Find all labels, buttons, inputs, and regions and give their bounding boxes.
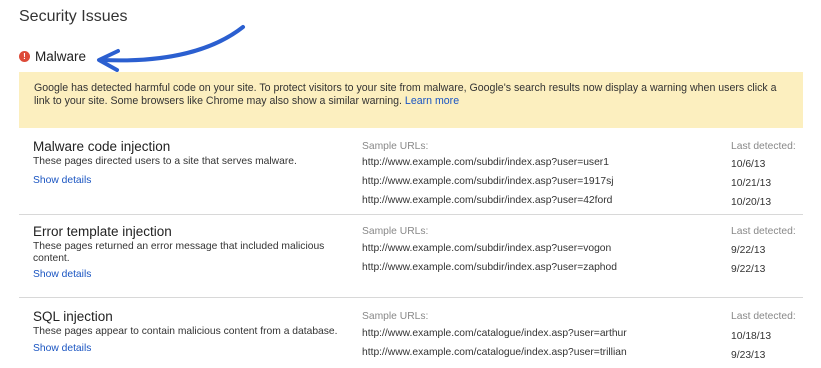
last-detected-header: Last detected: (731, 226, 796, 237)
show-details-link[interactable]: Show details (33, 175, 91, 186)
detected-date: 10/6/13 (731, 159, 766, 170)
show-details-link[interactable]: Show details (33, 343, 91, 354)
issue-divider (19, 297, 803, 298)
sample-urls-header: Sample URLs: (362, 226, 429, 237)
sample-urls-list: http://www.example.com/subdir/index.asp?… (362, 153, 614, 210)
issue-title: Error template injection (33, 224, 172, 239)
show-details-link[interactable]: Show details (33, 269, 91, 280)
last-detected-list: 10/18/13 9/23/13 (731, 327, 771, 365)
detected-date: 9/23/13 (731, 350, 766, 361)
issue-info: SQL injection These pages appear to cont… (33, 308, 355, 356)
last-detected-list: 10/6/13 10/21/13 10/20/13 (731, 155, 771, 212)
sample-url: http://www.example.com/subdir/index.asp?… (362, 195, 613, 206)
issue-description: These pages directed users to a site tha… (33, 156, 297, 167)
issue-title: SQL injection (33, 309, 113, 324)
alert-icon: ! (19, 51, 30, 62)
detected-date: 10/18/13 (731, 331, 772, 342)
sample-url: http://www.example.com/subdir/index.asp?… (362, 157, 609, 168)
issue-malware-code-injection: Malware code injection These pages direc… (19, 138, 821, 208)
detected-date: 9/22/13 (731, 264, 766, 275)
last-detected-list: 9/22/13 9/22/13 (731, 241, 765, 279)
sample-urls-list: http://www.example.com/subdir/index.asp?… (362, 239, 617, 277)
sample-url: http://www.example.com/catalogue/index.a… (362, 347, 627, 358)
sample-url: http://www.example.com/subdir/index.asp?… (362, 262, 617, 273)
malware-warning-box: Google has detected harmful code on your… (19, 72, 803, 128)
issue-info: Malware code injection These pages direc… (33, 138, 355, 188)
issue-info: Error template injection These pages ret… (33, 223, 355, 282)
sample-url: http://www.example.com/catalogue/index.a… (362, 328, 627, 339)
issue-sql-injection: SQL injection These pages appear to cont… (19, 308, 821, 368)
learn-more-link[interactable]: Learn more (405, 95, 459, 107)
issue-description: These pages appear to contain malicious … (33, 326, 338, 337)
detected-date: 10/20/13 (731, 197, 772, 208)
sample-url: http://www.example.com/subdir/index.asp?… (362, 176, 614, 187)
sample-urls-list: http://www.example.com/catalogue/index.a… (362, 324, 627, 362)
detected-date: 10/21/13 (731, 178, 772, 189)
malware-heading: ! Malware (19, 49, 86, 64)
last-detected-header: Last detected: (731, 311, 796, 322)
page-title: Security Issues (19, 8, 128, 25)
issue-title: Malware code injection (33, 139, 171, 154)
issue-description: These pages returned an error message th… (33, 241, 325, 264)
malware-heading-label: Malware (35, 49, 87, 64)
last-detected-header: Last detected: (731, 141, 796, 152)
detected-date: 9/22/13 (731, 245, 766, 256)
issue-error-template-injection: Error template injection These pages ret… (19, 223, 821, 288)
sample-url: http://www.example.com/subdir/index.asp?… (362, 243, 612, 254)
issue-divider (19, 214, 803, 215)
sample-urls-header: Sample URLs: (362, 141, 429, 152)
sample-urls-header: Sample URLs: (362, 311, 429, 322)
